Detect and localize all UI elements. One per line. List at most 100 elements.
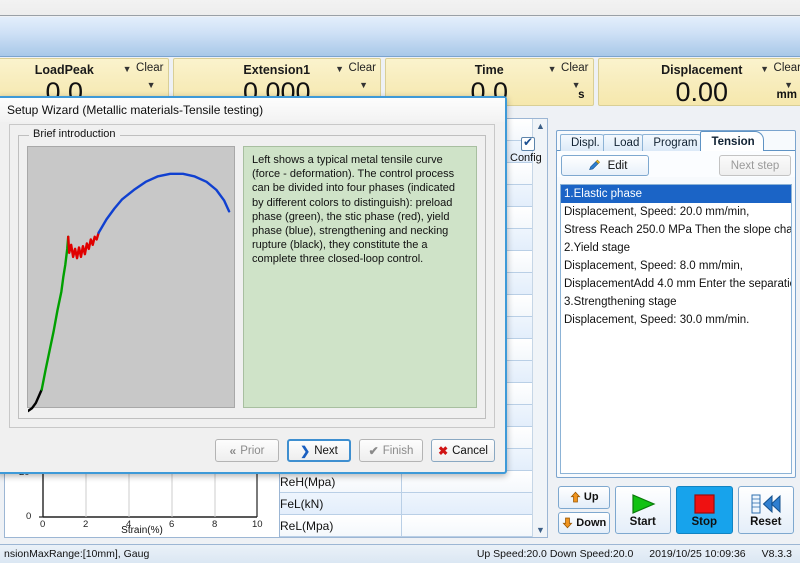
curve-series-green — [42, 237, 68, 390]
chevron-right-icon: ❯ — [300, 444, 310, 458]
phase-list-item[interactable]: DisplacementAdd 4.0 mm Enter the separat… — [561, 275, 791, 293]
table-row[interactable]: Fe(kN) — [273, 537, 547, 538]
brief-introduction-group: Brief introduction Left shows a typical … — [18, 135, 486, 419]
dialog-button-bar: « Prior ❯ Next ✔ Finish ✖ Cancel — [215, 439, 495, 462]
strain-ytick-0: 0 — [26, 511, 31, 522]
status-version: V8.3.3 — [754, 548, 800, 560]
table-cell-value — [401, 471, 547, 492]
edit-button[interactable]: Edit — [561, 155, 649, 176]
status-bar: nsionMaxRange:[10mm], Gaug Up Speed:20.0… — [0, 544, 800, 563]
readout-unit: mm — [777, 89, 797, 101]
chevron-down-icon[interactable]: ▼ — [335, 65, 344, 74]
phase-list-item[interactable]: Displacement, Speed: 8.0 mm/min, — [561, 257, 791, 275]
readout-unit: s — [578, 89, 584, 101]
start-button[interactable]: Start — [615, 486, 672, 534]
tensile-curve-svg — [28, 147, 234, 415]
prior-label: Prior — [240, 445, 264, 457]
phase-list-item[interactable]: 2.Yield stage — [561, 239, 791, 257]
table-cell-label: FeL(kN) — [273, 497, 401, 511]
table-cell-value — [401, 493, 547, 514]
table-row[interactable]: ReL(Mpa) — [273, 515, 547, 537]
check-icon: ✔ — [369, 444, 379, 458]
clear-button[interactable]: Clear — [136, 62, 163, 74]
window-top-strip — [0, 0, 800, 16]
table-cell-label: ReL(Mpa) — [273, 519, 401, 533]
phase-list-item[interactable]: Displacement, Speed: 30.0 mm/min. — [561, 311, 791, 329]
scroll-down-icon[interactable]: ▼ — [536, 525, 545, 535]
table-cell-value — [401, 537, 547, 538]
window-toolbar-band — [0, 17, 800, 57]
edit-button-label: Edit — [608, 160, 628, 172]
app-root: FeH(kN)ReH(Mpa)FeL(kN)ReL(Mpa)Fe(kN) ▲ ▼… — [0, 0, 800, 563]
status-datetime: 2019/10/25 10:09:36 — [641, 548, 753, 560]
chevron-down-icon[interactable]: ▼ — [548, 65, 557, 74]
curve-series-black-preload-start — [28, 390, 42, 411]
down-label: Down — [576, 517, 606, 529]
machine-controls: Up Down Start Stop — [556, 484, 796, 536]
status-specimen-info: nsionMaxRange:[10mm], Gaug — [0, 548, 469, 560]
cancel-button[interactable]: ✖ Cancel — [431, 439, 495, 462]
results-table-scrollbar[interactable]: ▲ ▼ — [532, 119, 547, 537]
up-label: Up — [584, 491, 599, 503]
stop-label: Stop — [691, 516, 717, 528]
tab-program[interactable]: Program — [642, 134, 706, 151]
config-checkbox[interactable] — [521, 137, 535, 151]
phase-list-item[interactable]: Displacement, Speed: 20.0 mm/min, — [561, 203, 791, 221]
tab-label: Load — [614, 137, 640, 149]
chevron-down-icon[interactable]: ▼ — [147, 81, 156, 90]
chevron-left-icon: « — [230, 444, 237, 458]
readout-title: Displacement — [599, 59, 800, 77]
dialog-title: Setup Wizard (Metallic materials-Tensile… — [0, 98, 505, 122]
tab-label: Displ. — [571, 137, 600, 149]
tensile-curve-plot — [27, 146, 235, 408]
chevron-down-icon[interactable]: ▼ — [123, 65, 132, 74]
finish-label: Finish — [383, 445, 414, 457]
finish-button[interactable]: ✔ Finish — [359, 439, 423, 462]
curve-series-blue — [99, 174, 229, 233]
table-cell-label: ReH(Mpa) — [273, 475, 401, 489]
tab-displ[interactable]: Displ. — [560, 134, 609, 151]
readout-displacement[interactable]: Displacement 0.00 Clear ▼ ▼ mm — [598, 58, 800, 106]
group-legend: Brief introduction — [29, 128, 120, 140]
clear-button[interactable]: Clear — [561, 62, 588, 74]
table-cell-value — [401, 515, 547, 536]
introduction-text: Left shows a typical metal tensile curve… — [243, 146, 477, 408]
stop-button[interactable]: Stop — [676, 486, 733, 534]
phase-list-item[interactable]: Stress Reach 250.0 MPa Then the slope ch… — [561, 221, 791, 239]
rewind-icon — [750, 493, 782, 515]
status-speeds: Up Speed:20.0 Down Speed:20.0 — [469, 548, 641, 560]
tab-bar: Displ. Load Program Tension — [557, 131, 795, 151]
prior-button[interactable]: « Prior — [215, 439, 279, 462]
chevron-down-icon[interactable]: ▼ — [359, 81, 368, 90]
stop-square-icon — [692, 493, 717, 515]
next-label: Next — [314, 445, 338, 457]
next-button[interactable]: ❯ Next — [287, 439, 351, 462]
down-button[interactable]: Down — [558, 512, 610, 535]
table-row[interactable]: FeL(kN) — [273, 493, 547, 515]
clear-button[interactable]: Clear — [774, 62, 800, 74]
arrow-up-icon — [569, 491, 582, 504]
up-button[interactable]: Up — [558, 486, 610, 509]
scroll-up-icon[interactable]: ▲ — [536, 121, 545, 131]
tension-phase-list[interactable]: 1.Elastic phaseDisplacement, Speed: 20.0… — [560, 184, 792, 474]
config-label: Config — [510, 152, 542, 164]
phase-list-item[interactable]: 1.Elastic phase — [561, 185, 791, 203]
reset-button[interactable]: Reset — [738, 486, 795, 534]
strain-chart: 20 0 0 2 4 6 8 10 Strain(%) — [4, 468, 280, 538]
play-icon — [629, 493, 657, 515]
phase-list-item[interactable]: 3.Strengthening stage — [561, 293, 791, 311]
cancel-label: Cancel — [452, 445, 488, 457]
tab-tension[interactable]: Tension — [700, 131, 763, 151]
reset-label: Reset — [750, 516, 781, 528]
chevron-down-icon[interactable]: ▼ — [760, 65, 769, 74]
clear-button[interactable]: Clear — [349, 62, 376, 74]
next-step-label: Next step — [731, 160, 780, 172]
next-step-button[interactable]: Next step — [719, 155, 791, 176]
arrow-down-icon — [561, 516, 574, 529]
strain-axis-title: Strain(%) — [5, 525, 279, 536]
curve-series-red — [68, 233, 98, 258]
readout-value: 0.00 — [599, 79, 800, 106]
table-row[interactable]: ReH(Mpa) — [273, 471, 547, 493]
tab-label: Tension — [711, 136, 754, 148]
right-panel: Displ. Load Program Tension Edit Next st… — [556, 130, 796, 478]
